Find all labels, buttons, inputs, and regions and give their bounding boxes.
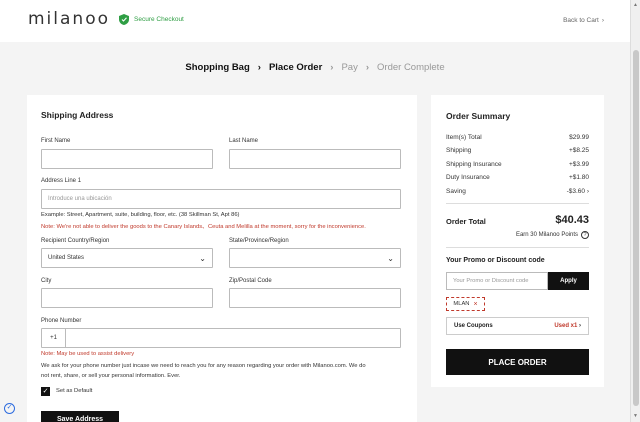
- zip-input[interactable]: [229, 288, 401, 308]
- phone-number-input[interactable]: +1: [41, 328, 401, 348]
- step-arrow-icon: ›: [365, 62, 370, 73]
- city-label: City: [41, 278, 52, 284]
- summary-row-value: +$8.25: [568, 147, 589, 154]
- state-select[interactable]: ⌄: [229, 248, 401, 268]
- summary-row-label: Saving: [446, 188, 466, 195]
- summary-row-value: $29.99: [569, 134, 589, 141]
- summary-row-items-total: Item(s) Total $29.99: [446, 134, 589, 141]
- summary-row-label: Shipping Insurance: [446, 161, 502, 168]
- chevron-down-icon: ⌄: [199, 254, 206, 263]
- use-coupons-label: Use Coupons: [454, 323, 493, 329]
- chevron-right-icon: ›: [579, 323, 581, 329]
- promo-title: Your Promo or Discount code: [446, 257, 545, 264]
- first-name-input[interactable]: [41, 149, 213, 169]
- save-address-button[interactable]: Save Address: [41, 411, 119, 422]
- step-place-order: Place Order: [268, 62, 323, 73]
- first-name-label: First Name: [41, 138, 71, 144]
- checkout-steps: Shopping Bag › Place Order › Pay › Order…: [0, 62, 630, 73]
- shipping-address-title: Shipping Address: [41, 110, 114, 120]
- summary-row-value: +$3.99: [568, 161, 589, 168]
- use-coupons-button[interactable]: Use Coupons Used x1 ›: [446, 317, 589, 335]
- address-example-text: Example: Street, Apartment, suite, build…: [41, 212, 240, 218]
- shield-icon: [119, 14, 129, 25]
- chevron-right-icon: ›: [586, 188, 589, 195]
- chevron-right-icon: ›: [601, 17, 604, 24]
- apply-button[interactable]: Apply: [548, 272, 589, 290]
- summary-divider: [446, 247, 589, 248]
- step-shopping-bag[interactable]: Shopping Bag: [185, 62, 249, 73]
- address-delivery-note: Note: We're not able to deliver the good…: [41, 224, 366, 230]
- milanoo-logo[interactable]: milanoo: [28, 9, 110, 29]
- privacy-text-line-2: not rent, share, or sell your personal i…: [41, 373, 181, 379]
- summary-row-label: Item(s) Total: [446, 134, 482, 141]
- points-text: Earn 30 Milanoo Points: [515, 232, 578, 238]
- coupon-code: MLAN: [453, 301, 470, 307]
- shipping-address-panel: Shipping Address First Name Last Name Ad…: [27, 95, 417, 422]
- phone-note: Note: May be used to assist delivery: [41, 351, 135, 357]
- summary-row-label: Duty Insurance: [446, 174, 490, 181]
- privacy-text-line-1: We ask for your phone number just incase…: [41, 363, 366, 369]
- order-summary-title: Order Summary: [446, 111, 511, 121]
- phone-number-label: Phone Number: [41, 318, 82, 324]
- coupons-used-wrap: Used x1 ›: [554, 323, 581, 329]
- help-icon[interactable]: ?: [581, 231, 589, 239]
- chevron-down-icon: ⌄: [387, 254, 394, 263]
- summary-row-shipping-insurance: Shipping Insurance +$3.99: [446, 161, 589, 168]
- summary-row-shipping: Shipping +$8.25: [446, 147, 589, 154]
- summary-row-value-wrap: -$3.60 ›: [567, 188, 589, 195]
- country-value: United States: [48, 255, 85, 261]
- back-to-cart-label: Back to Cart: [563, 17, 599, 24]
- order-summary-panel: Order Summary Item(s) Total $29.99 Shipp…: [431, 95, 604, 387]
- address-line-1-label: Address Line 1: [41, 178, 82, 184]
- page-scrollbar[interactable]: ▲ ▼: [630, 0, 640, 422]
- place-order-button[interactable]: PLACE ORDER: [446, 349, 589, 375]
- zip-label: Zip/Postal Code: [229, 278, 272, 284]
- applied-coupon-tag: MLAN ×: [446, 297, 485, 311]
- last-name-input[interactable]: [229, 149, 401, 169]
- summary-row-value: -$3.60: [566, 188, 586, 195]
- step-order-complete: Order Complete: [377, 62, 445, 73]
- summary-row-label: Shipping: [446, 147, 472, 154]
- country-select[interactable]: United States ⌄: [41, 248, 213, 268]
- country-label: Recipient Country/Region: [41, 238, 110, 244]
- address-line-1-input[interactable]: Introduce una ubicación: [41, 189, 401, 209]
- set-default-label: Set as Default: [56, 388, 93, 394]
- secure-checkout-label: Secure Checkout: [134, 16, 184, 23]
- scroll-down-icon[interactable]: ▼: [633, 413, 638, 419]
- step-arrow-icon: ›: [257, 62, 261, 73]
- summary-row-value: +$1.80: [568, 174, 589, 181]
- close-icon[interactable]: ×: [474, 301, 478, 308]
- secure-checkout-badge: Secure Checkout: [119, 14, 184, 25]
- summary-row-duty-insurance: Duty Insurance +$1.80: [446, 174, 589, 181]
- accessibility-widget-icon[interactable]: ✓: [4, 403, 15, 414]
- promo-code-input[interactable]: Your Promo or Discount code: [446, 272, 548, 290]
- summary-divider: [446, 203, 589, 204]
- coupons-used-count: Used x1: [554, 323, 578, 329]
- set-default-checkbox[interactable]: ✓: [41, 387, 50, 396]
- milanoo-points: Earn 30 Milanoo Points ?: [516, 231, 589, 239]
- back-to-cart-link[interactable]: Back to Cart ›: [563, 17, 604, 24]
- scroll-up-icon[interactable]: ▲: [633, 2, 638, 8]
- city-input[interactable]: [41, 288, 213, 308]
- state-label: State/Province/Region: [229, 238, 289, 244]
- last-name-label: Last Name: [229, 138, 259, 144]
- scrollbar-thumb[interactable]: [633, 50, 639, 406]
- order-total-label: Order Total: [446, 217, 486, 226]
- order-total-value: $40.43: [555, 214, 589, 226]
- summary-row-saving[interactable]: Saving -$3.60 ›: [446, 188, 589, 195]
- step-pay: Pay: [341, 62, 358, 73]
- step-arrow-icon: ›: [330, 62, 334, 73]
- site-header: milanoo Secure Checkout Back to Cart ›: [0, 0, 630, 42]
- phone-country-code[interactable]: +1: [42, 329, 66, 347]
